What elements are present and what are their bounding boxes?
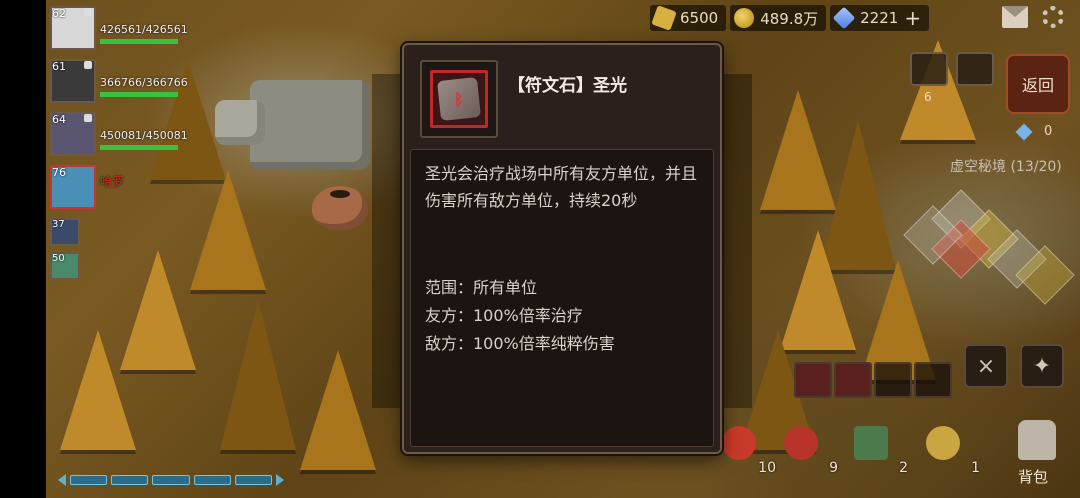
stat-enemy: 敌方：100%倍率纯粹伤害 (425, 334, 615, 353)
scroll-count: 6 (924, 90, 932, 104)
party-member[interactable]: 62 426561/426561 (50, 6, 200, 54)
gem-icon (832, 6, 856, 30)
arrow-left-icon (58, 474, 66, 486)
party-list: 62 426561/426561 61 366766/366766 64 450… (50, 6, 200, 286)
bag-button[interactable]: 背包 (1004, 418, 1068, 488)
bag-label: 背包 (1018, 468, 1049, 486)
food-amount: 6500 (680, 9, 719, 27)
member-name: 哈罗 (100, 175, 125, 189)
arrow-right-icon (276, 474, 285, 486)
rune-slot[interactable] (794, 362, 832, 398)
item-slot[interactable]: 9 (776, 420, 838, 476)
potion-icon (722, 426, 756, 460)
progress-segment (152, 475, 190, 485)
hp-bar (100, 145, 178, 150)
empty-slot[interactable] (874, 362, 912, 398)
item-count: 9 (829, 460, 838, 476)
stat-range: 范围：所有单位 (425, 278, 538, 297)
potion-icon (784, 426, 818, 460)
rocket-button[interactable] (956, 52, 994, 86)
hp-bar (100, 92, 178, 97)
progress-segment (193, 475, 231, 485)
food-resource: 6500 (650, 5, 727, 31)
item-count: 1 (971, 460, 980, 476)
member-hp: 426561/426561 (100, 23, 188, 36)
resource-bar: 6500 489.8万 2221 + (650, 4, 930, 32)
stone-ruin (250, 80, 370, 170)
mail-icon[interactable] (1002, 6, 1028, 28)
wheat-icon (651, 5, 677, 31)
hp-fill (100, 39, 178, 44)
crystal-count: 0 (1044, 124, 1053, 139)
member-hp: 366766/366766 (100, 76, 188, 89)
lock-icon (84, 8, 92, 16)
member-level: 64 (52, 113, 66, 126)
item-slot[interactable]: 1 (918, 420, 980, 476)
rune-slot[interactable] (834, 362, 872, 398)
gold-resource: 489.8万 (730, 5, 827, 31)
item-slot[interactable]: 2 (846, 420, 908, 476)
backpack-icon (1018, 420, 1056, 460)
rune-tooltip: ᛒ 【符文石】圣光 圣光会治疗战场中所有友方单位，并且伤害所有敌方单位，持续20… (402, 43, 722, 454)
party-member[interactable]: 76 哈罗 (50, 165, 200, 213)
back-button[interactable]: 返回 (1006, 54, 1070, 114)
member-level: 62 (52, 7, 66, 20)
empty-slot[interactable] (914, 362, 952, 398)
member-level: 37 (52, 219, 65, 230)
pine-tree (300, 350, 376, 470)
wave-progress (58, 472, 285, 488)
lightbulb-icon[interactable]: ✦ (1020, 344, 1064, 388)
progress-segment (111, 475, 149, 485)
gem-amount: 2221 (860, 9, 899, 27)
pine-tree (60, 330, 136, 450)
item-description: 圣光会治疗战场中所有友方单位，并且伤害所有敌方单位，持续20秒 (425, 164, 698, 210)
pine-tree (190, 170, 266, 290)
crossed-swords-icon[interactable]: ⨯ (964, 344, 1008, 388)
party-member[interactable]: 50 (50, 252, 200, 282)
stone-block (215, 100, 265, 145)
scroll-button[interactable] (910, 52, 948, 86)
minimap[interactable] (903, 189, 1075, 312)
rune-stone: ᛒ (437, 77, 481, 121)
party-member[interactable]: 61 366766/366766 (50, 59, 200, 107)
party-member[interactable]: 37 (50, 218, 200, 248)
member-hp: 450081/450081 (100, 129, 188, 142)
gold-amount: 489.8万 (760, 9, 819, 28)
item-title: 【符文石】圣光 (508, 76, 627, 96)
screen-edge (0, 0, 46, 498)
hp-fill (100, 145, 178, 150)
coin-icon (926, 426, 960, 460)
hp-fill (100, 92, 178, 97)
clay-pot (312, 186, 368, 230)
description-box: 圣光会治疗战场中所有友方单位，并且伤害所有敌方单位，持续20秒 范围：所有单位 … (410, 149, 714, 447)
member-level: 76 (52, 166, 66, 179)
rune-glyph: ᛒ (454, 89, 464, 109)
dungeon-progress: 虚空秘境 (13/20) (950, 159, 1062, 175)
party-member[interactable]: 64 450081/450081 (50, 112, 200, 160)
item-count: 10 (758, 460, 776, 476)
gear-icon[interactable] (1042, 6, 1064, 28)
lock-icon (84, 61, 92, 69)
member-level: 50 (52, 253, 65, 264)
item-icon-frame: ᛒ (420, 60, 498, 138)
item-stats: 范围：所有单位 友方：100%倍率治疗 敌方：100%倍率纯粹伤害 (425, 274, 615, 358)
lock-icon (84, 114, 92, 122)
hp-bar (100, 39, 178, 44)
progress-segment (70, 475, 108, 485)
member-level: 61 (52, 60, 66, 73)
pine-tree (220, 300, 296, 450)
add-gems-icon[interactable]: + (904, 6, 921, 30)
stat-ally: 友方：100%倍率治疗 (425, 306, 583, 325)
item-count: 2 (899, 460, 908, 476)
coin-icon (734, 8, 755, 28)
chest-icon (854, 426, 888, 460)
rune-icon: ᛒ (430, 70, 488, 128)
gem-resource[interactable]: 2221 + (830, 5, 930, 31)
progress-segment (234, 475, 273, 485)
